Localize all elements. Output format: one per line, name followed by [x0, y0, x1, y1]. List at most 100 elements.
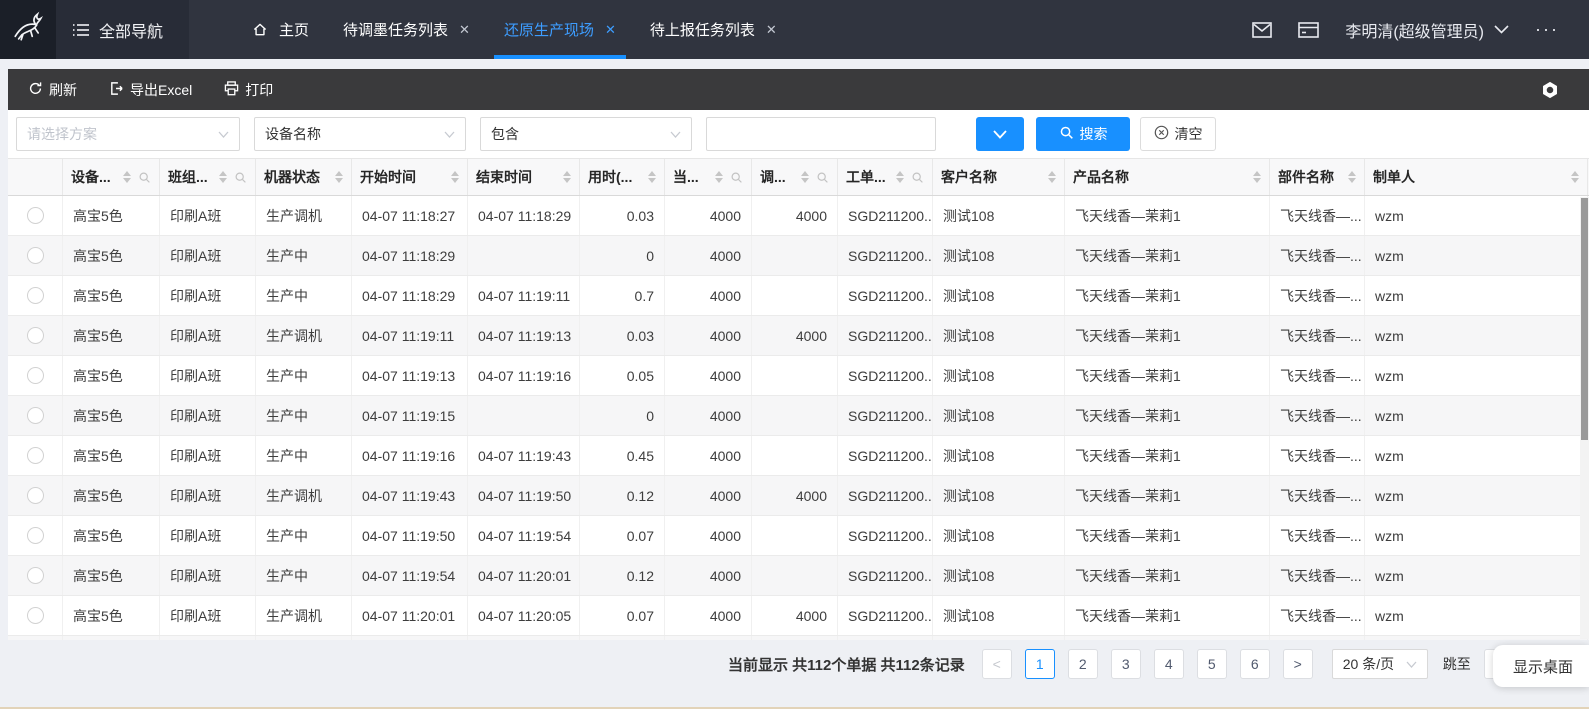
column-search-icon[interactable] [911, 171, 924, 184]
id-card-icon[interactable] [1298, 22, 1319, 38]
page-button-2[interactable]: 2 [1068, 649, 1098, 679]
table-row[interactable]: 高宝5色印刷A班生产调机04-07 11:19:1104-07 11:19:13… [8, 316, 1589, 356]
row-radio[interactable] [27, 207, 44, 224]
row-select-cell[interactable] [8, 356, 63, 395]
operator-select[interactable]: 包含 [480, 117, 692, 151]
table-row[interactable]: 高宝5色印刷A班生产中04-07 11:18:2904-07 11:19:110… [8, 276, 1589, 316]
column-header-order[interactable]: 工单... [838, 159, 933, 195]
row-select-cell[interactable] [8, 556, 63, 595]
column-search-icon[interactable] [234, 171, 247, 184]
tab-close-icon[interactable]: ✕ [605, 22, 616, 38]
nav-tab[interactable]: 待上报任务列表✕ [633, 0, 794, 59]
sort-icon[interactable] [896, 171, 904, 183]
table-row[interactable]: 高宝5色印刷A班生产中04-07 11:19:5004-07 11:19:540… [8, 516, 1589, 556]
nav-menu-button[interactable]: 全部导航 [56, 0, 189, 59]
row-select-cell[interactable] [8, 196, 63, 235]
column-header-team[interactable]: 班组... [160, 159, 256, 195]
table-row[interactable]: 高宝5色印刷A班生产调机04-07 11:18:2704-07 11:18:29… [8, 196, 1589, 236]
sort-icon[interactable] [801, 171, 809, 183]
expand-filters-button[interactable] [976, 117, 1024, 151]
column-header-duration[interactable]: 用时(... [580, 159, 665, 195]
page-button-5[interactable]: 5 [1197, 649, 1227, 679]
row-radio[interactable] [27, 527, 44, 544]
table-row[interactable]: 高宝5色印刷A班生产中04-07 11:19:1504000SGD211200.… [8, 396, 1589, 436]
tab-close-icon[interactable]: ✕ [766, 22, 777, 38]
row-radio[interactable] [27, 247, 44, 264]
page-button-4[interactable]: 4 [1154, 649, 1184, 679]
sort-icon[interactable] [123, 171, 131, 183]
column-header-creator[interactable]: 制单人 [1365, 159, 1588, 195]
table-row[interactable]: 高宝5色印刷A班生产中04-07 11:19:5404-07 11:20:010… [8, 556, 1589, 596]
row-radio[interactable] [27, 607, 44, 624]
page-size-select[interactable]: 20 条/页 [1332, 649, 1428, 679]
sort-icon[interactable] [335, 171, 343, 183]
page-button-6[interactable]: 6 [1240, 649, 1270, 679]
column-header-device[interactable]: 设备... [63, 159, 160, 195]
table-row[interactable]: 高宝5色印刷A班生产调机04-07 11:20:0104-07 11:20:05… [8, 596, 1589, 636]
row-radio[interactable] [27, 287, 44, 304]
sort-icon[interactable] [563, 171, 571, 183]
page-button-1[interactable]: 1 [1025, 649, 1055, 679]
scheme-select[interactable]: 请选择方案 [16, 117, 240, 151]
row-select-cell[interactable] [8, 436, 63, 475]
show-desktop-button[interactable]: 显示桌面 [1493, 645, 1589, 687]
column-header-adjust[interactable]: 调... [752, 159, 838, 195]
table-row[interactable]: 高宝5色印刷A班生产中04-07 11:19:1604-07 11:19:430… [8, 436, 1589, 476]
table-row[interactable]: 高宝5色印刷A班生产调机04-07 11:19:4304-07 11:19:50… [8, 476, 1589, 516]
column-header-start[interactable]: 开始时间 [352, 159, 468, 195]
column-search-icon[interactable] [730, 171, 743, 184]
table-row[interactable]: 高宝5色印刷A班生产中04-07 11:19:1304-07 11:19:160… [8, 356, 1589, 396]
export-excel-button[interactable]: 导出Excel [109, 80, 192, 100]
row-radio[interactable] [27, 567, 44, 584]
print-button[interactable]: 打印 [224, 80, 273, 100]
field-select[interactable]: 设备名称 [254, 117, 466, 151]
column-search-icon[interactable] [816, 171, 829, 184]
sort-icon[interactable] [451, 171, 459, 183]
column-header-current[interactable]: 当... [665, 159, 752, 195]
sort-icon[interactable] [219, 171, 227, 183]
column-header-end[interactable]: 结束时间 [468, 159, 580, 195]
clear-button[interactable]: 清空 [1140, 117, 1216, 151]
row-select-cell[interactable] [8, 476, 63, 515]
row-radio[interactable] [27, 487, 44, 504]
sort-icon[interactable] [1253, 171, 1261, 183]
sort-icon[interactable] [648, 171, 656, 183]
sort-icon[interactable] [1348, 171, 1356, 183]
row-select-cell[interactable] [8, 596, 63, 635]
column-header-status[interactable]: 机器状态 [256, 159, 352, 195]
row-select-cell[interactable] [8, 276, 63, 315]
sort-icon[interactable] [715, 171, 723, 183]
next-page-button[interactable]: > [1283, 649, 1313, 679]
keyword-input[interactable] [706, 117, 936, 151]
nav-tab[interactable]: 主页 [235, 0, 326, 59]
app-logo[interactable] [0, 0, 56, 59]
refresh-button[interactable]: 刷新 [28, 80, 77, 100]
row-radio[interactable] [27, 447, 44, 464]
sort-icon[interactable] [1048, 171, 1056, 183]
table-settings-gear-icon[interactable] [1541, 81, 1589, 99]
tab-close-icon[interactable]: ✕ [459, 22, 470, 38]
vertical-scrollbar[interactable] [1580, 197, 1589, 639]
column-header-part[interactable]: 部件名称 [1270, 159, 1365, 195]
search-button[interactable]: 搜索 [1036, 117, 1130, 151]
column-search-icon[interactable] [138, 171, 151, 184]
row-select-cell[interactable] [8, 516, 63, 555]
row-radio[interactable] [27, 367, 44, 384]
nav-tab[interactable]: 还原生产现场✕ [487, 0, 633, 59]
row-select-cell[interactable] [8, 316, 63, 355]
row-select-cell[interactable] [8, 236, 63, 275]
nav-tab[interactable]: 待调墨任务列表✕ [326, 0, 487, 59]
row-select-cell[interactable] [8, 396, 63, 435]
sort-icon[interactable] [1571, 171, 1579, 183]
mail-icon[interactable] [1252, 22, 1272, 38]
row-radio[interactable] [27, 327, 44, 344]
scrollbar-thumb[interactable] [1581, 198, 1588, 440]
table-row[interactable]: 高宝5色印刷A班生产中04-07 11:18:2904000SGD211200.… [8, 236, 1589, 276]
column-header-product[interactable]: 产品名称 [1065, 159, 1270, 195]
row-radio[interactable] [27, 407, 44, 424]
prev-page-button[interactable]: < [982, 649, 1012, 679]
page-button-3[interactable]: 3 [1111, 649, 1141, 679]
more-menu-icon[interactable]: ··· [1535, 19, 1559, 40]
user-menu[interactable]: 李明清(超级管理员) [1345, 18, 1509, 42]
column-header-customer[interactable]: 客户名称 [933, 159, 1065, 195]
